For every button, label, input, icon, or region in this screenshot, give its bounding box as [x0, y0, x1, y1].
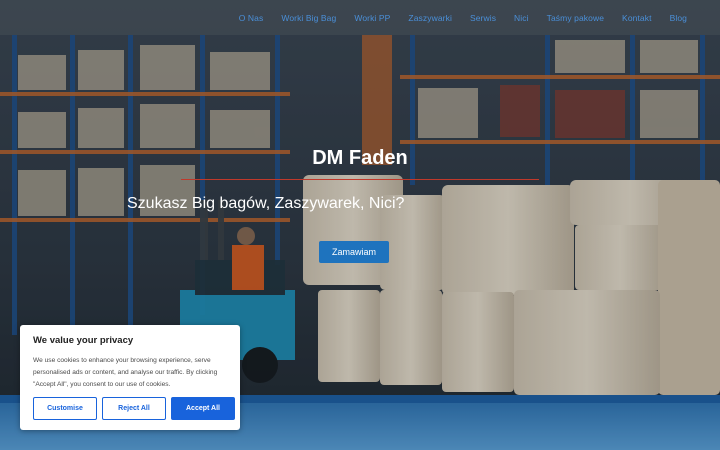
top-navigation-bar: O Nas Worki Big Bag Worki PP Zaszywarki …	[0, 0, 720, 35]
accept-all-button[interactable]: Accept All	[171, 397, 235, 420]
nav-item-nici[interactable]: Nici	[505, 13, 538, 23]
nav-item-serwis[interactable]: Serwis	[461, 13, 505, 23]
order-button[interactable]: Zamawiam	[319, 241, 389, 263]
nav-item-blog[interactable]: Blog	[661, 13, 696, 23]
nav-item-worki-big-bag[interactable]: Worki Big Bag	[272, 13, 345, 23]
cookie-consent-banner: We value your privacy We use cookies to …	[20, 325, 240, 430]
cookie-banner-actions: Customise Reject All Accept All	[33, 397, 235, 420]
customise-button[interactable]: Customise	[33, 397, 97, 420]
hero-title: DM Faden	[312, 147, 408, 169]
nav-item-o-nas[interactable]: O Nas	[230, 13, 273, 23]
main-menu: O Nas Worki Big Bag Worki PP Zaszywarki …	[230, 0, 696, 35]
hero-subtitle: Szukasz Big bagów, Zaszywarek, Nici?	[127, 195, 405, 212]
reject-all-button[interactable]: Reject All	[102, 397, 166, 420]
cookie-banner-text: We use cookies to enhance your browsing …	[33, 357, 218, 388]
cookie-banner-title: We value your privacy	[33, 335, 134, 346]
nav-item-kontakt[interactable]: Kontakt	[613, 13, 661, 23]
nav-item-tasmy-pakowe[interactable]: Taśmy pakowe	[538, 13, 613, 23]
nav-item-worki-pp[interactable]: Worki PP	[345, 13, 399, 23]
nav-item-zaszywarki[interactable]: Zaszywarki	[399, 13, 461, 23]
title-divider	[181, 179, 539, 180]
